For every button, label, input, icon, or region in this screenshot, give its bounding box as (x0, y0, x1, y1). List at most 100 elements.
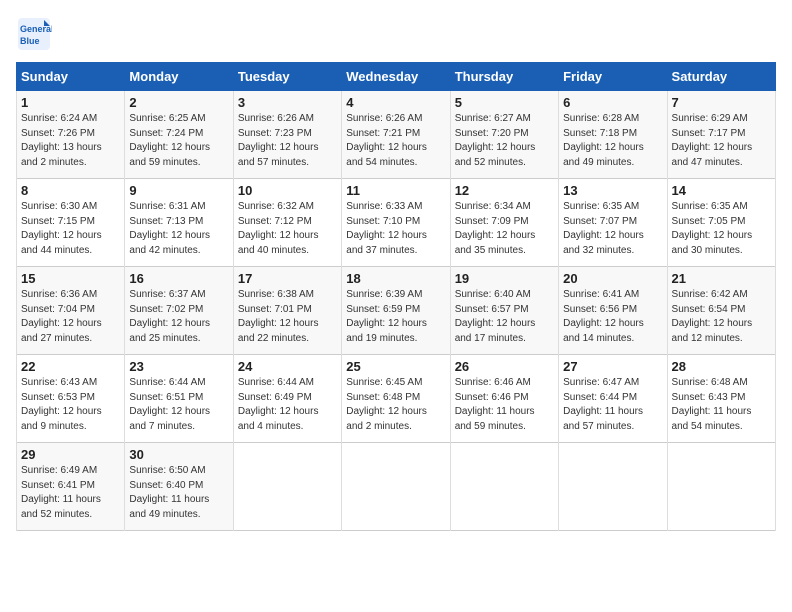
day-cell (450, 443, 558, 531)
day-info: Sunrise: 6:48 AMSunset: 6:43 PMDaylight:… (672, 376, 771, 434)
day-number: 16 (129, 271, 228, 286)
day-cell: 7 Sunrise: 6:29 AMSunset: 7:17 PMDaylight… (667, 91, 775, 179)
day-cell: 4 Sunrise: 6:26 AMSunset: 7:21 PMDaylight… (342, 91, 450, 179)
day-number: 12 (455, 183, 554, 198)
day-info: Sunrise: 6:46 AMSunset: 6:46 PMDaylight:… (455, 376, 554, 434)
day-cell: 2Sunrise: 6:25 AMSunset: 7:24 PMDaylight… (125, 91, 233, 179)
day-info: Sunrise: 6:32 AMSunset: 7:12 PMDaylight:… (238, 200, 337, 258)
week-row-4: 22Sunrise: 6:43 AMSunset: 6:53 PMDayligh… (17, 355, 776, 443)
weekday-header-saturday: Saturday (667, 63, 775, 91)
day-info: Sunrise: 6:27 AMSunset: 7:20 PMDaylight:… (455, 112, 554, 170)
day-info: Sunrise: 6:38 AMSunset: 7:01 PMDaylight:… (238, 288, 337, 346)
day-number: 27 (563, 359, 662, 374)
day-cell: 19Sunrise: 6:40 AMSunset: 6:57 PMDayligh… (450, 267, 558, 355)
day-number: 13 (563, 183, 662, 198)
logo-svg: General Blue (16, 16, 52, 52)
day-info: Sunrise: 6:36 AMSunset: 7:04 PMDaylight:… (21, 288, 120, 346)
day-number: 17 (238, 271, 337, 286)
week-row-1: 1 Sunrise: 6:24 AMSunset: 7:26 PMDaylight… (17, 91, 776, 179)
day-cell: 24 Sunrise: 6:44 AMSunset: 6:49 PMDayligh… (233, 355, 341, 443)
day-info: Sunrise: 6:34 AMSunset: 7:09 PMDaylight:… (455, 200, 554, 258)
day-cell: 11Sunrise: 6:33 AMSunset: 7:10 PMDayligh… (342, 179, 450, 267)
day-number: 15 (21, 271, 120, 286)
day-cell: 15 Sunrise: 6:36 AMSunset: 7:04 PMDayligh… (17, 267, 125, 355)
day-info: Sunrise: 6:26 AMSunset: 7:21 PMDaylight:… (346, 112, 445, 170)
weekday-header-thursday: Thursday (450, 63, 558, 91)
day-info: Sunrise: 6:25 AMSunset: 7:24 PMDaylight:… (129, 112, 228, 170)
page-header: General Blue (16, 16, 776, 52)
day-number: 24 (238, 359, 337, 374)
day-number: 9 (129, 183, 228, 198)
day-cell: 17 Sunrise: 6:38 AMSunset: 7:01 PMDayligh… (233, 267, 341, 355)
day-info: Sunrise: 6:44 AMSunset: 6:51 PMDaylight:… (129, 376, 228, 434)
day-info: Sunrise: 6:49 AMSunset: 6:41 PMDaylight:… (21, 464, 120, 522)
day-cell: 1 Sunrise: 6:24 AMSunset: 7:26 PMDaylight… (17, 91, 125, 179)
day-info: Sunrise: 6:39 AMSunset: 6:59 PMDaylight:… (346, 288, 445, 346)
day-info: Sunrise: 6:28 AMSunset: 7:18 PMDaylight:… (563, 112, 662, 170)
day-number: 4 (346, 95, 445, 110)
day-info: Sunrise: 6:26 AMSunset: 7:23 PMDaylight:… (238, 112, 337, 170)
day-cell: 6 Sunrise: 6:28 AMSunset: 7:18 PMDaylight… (559, 91, 667, 179)
day-cell: 3Sunrise: 6:26 AMSunset: 7:23 PMDaylight… (233, 91, 341, 179)
day-number: 18 (346, 271, 445, 286)
day-number: 21 (672, 271, 771, 286)
day-cell: 28 Sunrise: 6:48 AMSunset: 6:43 PMDayligh… (667, 355, 775, 443)
day-info: Sunrise: 6:44 AMSunset: 6:49 PMDaylight:… (238, 376, 337, 434)
day-cell (233, 443, 341, 531)
day-cell: 12 Sunrise: 6:34 AMSunset: 7:09 PMDayligh… (450, 179, 558, 267)
day-cell: 16Sunrise: 6:37 AMSunset: 7:02 PMDayligh… (125, 267, 233, 355)
weekday-header-tuesday: Tuesday (233, 63, 341, 91)
day-cell: 14 Sunrise: 6:35 AMSunset: 7:05 PMDayligh… (667, 179, 775, 267)
weekday-header-row: SundayMondayTuesdayWednesdayThursdayFrid… (17, 63, 776, 91)
day-number: 28 (672, 359, 771, 374)
day-cell: 9 Sunrise: 6:31 AMSunset: 7:13 PMDaylight… (125, 179, 233, 267)
day-cell (667, 443, 775, 531)
day-cell: 21 Sunrise: 6:42 AMSunset: 6:54 PMDayligh… (667, 267, 775, 355)
week-row-2: 8 Sunrise: 6:30 AMSunset: 7:15 PMDaylight… (17, 179, 776, 267)
day-cell: 13 Sunrise: 6:35 AMSunset: 7:07 PMDayligh… (559, 179, 667, 267)
day-cell: 29 Sunrise: 6:49 AMSunset: 6:41 PMDayligh… (17, 443, 125, 531)
day-cell: 10Sunrise: 6:32 AMSunset: 7:12 PMDayligh… (233, 179, 341, 267)
calendar-table: SundayMondayTuesdayWednesdayThursdayFrid… (16, 62, 776, 531)
day-number: 26 (455, 359, 554, 374)
day-info: Sunrise: 6:24 AMSunset: 7:26 PMDaylight:… (21, 112, 120, 170)
week-row-5: 29 Sunrise: 6:49 AMSunset: 6:41 PMDayligh… (17, 443, 776, 531)
day-cell: 27 Sunrise: 6:47 AMSunset: 6:44 PMDayligh… (559, 355, 667, 443)
day-cell (342, 443, 450, 531)
day-info: Sunrise: 6:47 AMSunset: 6:44 PMDaylight:… (563, 376, 662, 434)
day-number: 1 (21, 95, 120, 110)
day-info: Sunrise: 6:35 AMSunset: 7:07 PMDaylight:… (563, 200, 662, 258)
day-number: 20 (563, 271, 662, 286)
day-number: 25 (346, 359, 445, 374)
day-cell: 8 Sunrise: 6:30 AMSunset: 7:15 PMDaylight… (17, 179, 125, 267)
day-number: 29 (21, 447, 120, 462)
day-number: 7 (672, 95, 771, 110)
day-cell: 5 Sunrise: 6:27 AMSunset: 7:20 PMDaylight… (450, 91, 558, 179)
day-info: Sunrise: 6:31 AMSunset: 7:13 PMDaylight:… (129, 200, 228, 258)
day-cell: 30Sunrise: 6:50 AMSunset: 6:40 PMDayligh… (125, 443, 233, 531)
weekday-header-friday: Friday (559, 63, 667, 91)
day-number: 8 (21, 183, 120, 198)
day-number: 5 (455, 95, 554, 110)
weekday-header-monday: Monday (125, 63, 233, 91)
weekday-header-sunday: Sunday (17, 63, 125, 91)
day-cell: 23 Sunrise: 6:44 AMSunset: 6:51 PMDayligh… (125, 355, 233, 443)
day-cell: 18 Sunrise: 6:39 AMSunset: 6:59 PMDayligh… (342, 267, 450, 355)
day-cell: 22Sunrise: 6:43 AMSunset: 6:53 PMDayligh… (17, 355, 125, 443)
svg-text:Blue: Blue (20, 36, 40, 46)
day-info: Sunrise: 6:30 AMSunset: 7:15 PMDaylight:… (21, 200, 120, 258)
day-info: Sunrise: 6:45 AMSunset: 6:48 PMDaylight:… (346, 376, 445, 434)
day-cell: 25 Sunrise: 6:45 AMSunset: 6:48 PMDayligh… (342, 355, 450, 443)
day-info: Sunrise: 6:35 AMSunset: 7:05 PMDaylight:… (672, 200, 771, 258)
day-info: Sunrise: 6:42 AMSunset: 6:54 PMDaylight:… (672, 288, 771, 346)
day-number: 19 (455, 271, 554, 286)
week-row-3: 15 Sunrise: 6:36 AMSunset: 7:04 PMDayligh… (17, 267, 776, 355)
day-number: 6 (563, 95, 662, 110)
day-number: 30 (129, 447, 228, 462)
day-number: 14 (672, 183, 771, 198)
day-number: 23 (129, 359, 228, 374)
day-info: Sunrise: 6:43 AMSunset: 6:53 PMDaylight:… (21, 376, 120, 434)
day-cell: 20Sunrise: 6:41 AMSunset: 6:56 PMDayligh… (559, 267, 667, 355)
day-cell: 26 Sunrise: 6:46 AMSunset: 6:46 PMDayligh… (450, 355, 558, 443)
day-info: Sunrise: 6:29 AMSunset: 7:17 PMDaylight:… (672, 112, 771, 170)
